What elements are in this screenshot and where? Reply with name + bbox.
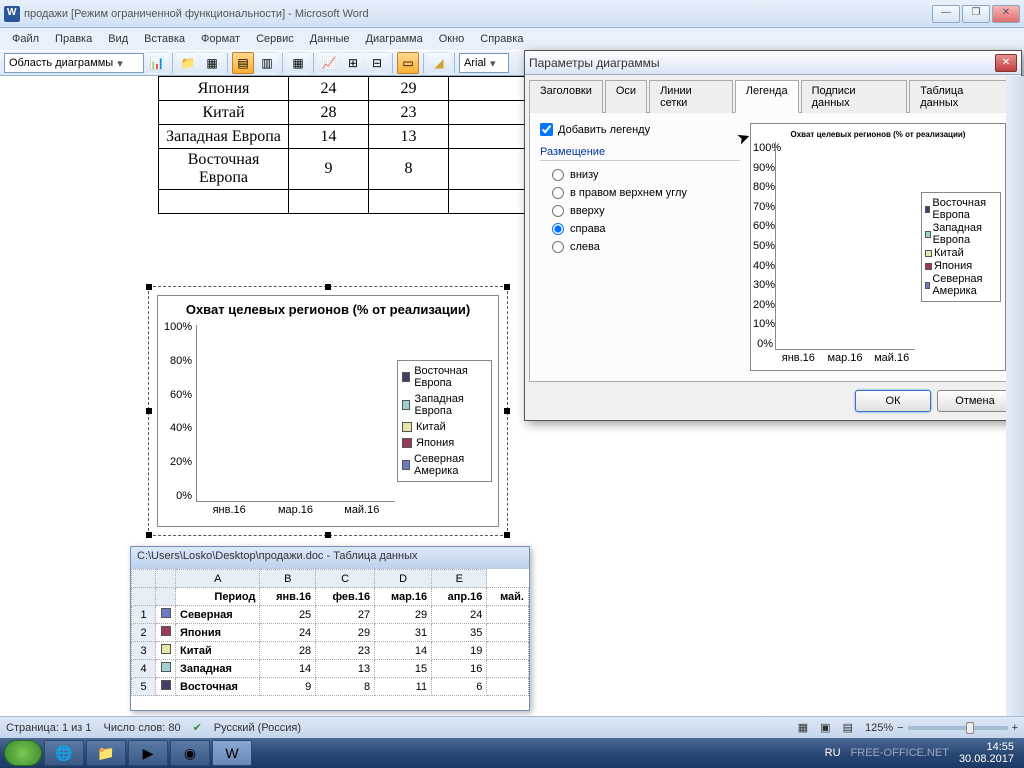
tray-date[interactable]: 30.08.2017	[959, 753, 1014, 765]
restore-button[interactable]: ❐	[962, 5, 990, 23]
dialog-title-text: Параметры диаграммы	[529, 56, 995, 70]
placement-внизу[interactable]: внизу	[552, 169, 740, 181]
status-page[interactable]: Страница: 1 из 1	[6, 722, 92, 734]
proofing-icon[interactable]: ✔	[193, 721, 202, 734]
format-object-button[interactable]: 📊	[146, 52, 168, 74]
datasheet-grid[interactable]: ABCDE Периодянв.16фев.16мар.16апр.16май.…	[131, 569, 529, 709]
cell[interactable]: Япония	[159, 77, 289, 101]
chart-type-button[interactable]: 📈	[318, 52, 340, 74]
resize-handle[interactable]	[146, 532, 152, 538]
menu-view[interactable]: Вид	[100, 31, 136, 47]
vertical-scrollbar[interactable]	[1006, 76, 1024, 716]
zoom-slider[interactable]	[908, 726, 1008, 730]
taskbar-word[interactable]: W	[212, 740, 252, 766]
legend-button[interactable]: ▭	[397, 52, 419, 74]
view-web-icon[interactable]: ▤	[843, 721, 853, 734]
app-icon	[4, 6, 20, 22]
close-button[interactable]: ✕	[992, 5, 1020, 23]
chart-options-dialog[interactable]: Параметры диаграммы ✕ ЗаголовкиОсиЛинии …	[524, 50, 1022, 421]
chart-frame: Охват целевых регионов (% от реализации)…	[157, 295, 499, 527]
placement-вверху[interactable]: вверху	[552, 205, 740, 217]
tab-Линии сетки[interactable]: Линии сетки	[649, 80, 733, 113]
zoom-out-button[interactable]: −	[897, 722, 903, 734]
menu-data[interactable]: Данные	[302, 31, 358, 47]
menu-window[interactable]: Окно	[431, 31, 473, 47]
statusbar: Страница: 1 из 1 Число слов: 80 ✔ Русски…	[0, 716, 1024, 738]
minimize-button[interactable]: —	[932, 5, 960, 23]
chart-legend: Восточная ЕвропаЗападная ЕвропаКитайЯпон…	[397, 360, 492, 482]
tray-time[interactable]: 14:55	[959, 741, 1014, 753]
tab-Таблица данных[interactable]: Таблица данных	[909, 80, 1015, 113]
tab-panel-legend: Добавить легенду Размещение внизув право…	[529, 112, 1017, 382]
tab-Легенда[interactable]: Легенда	[735, 80, 799, 113]
status-language[interactable]: Русский (Россия)	[214, 722, 301, 734]
x-axis: янв.16мар.16май.16	[196, 504, 395, 520]
taskbar-explorer[interactable]: 📁	[86, 740, 126, 766]
dialog-tabs: ЗаголовкиОсиЛинии сеткиЛегендаПодписи да…	[525, 75, 1021, 112]
resize-handle[interactable]	[325, 284, 331, 290]
value-axis-button[interactable]: ⊟	[366, 52, 388, 74]
view-print-icon[interactable]: ▦	[798, 721, 808, 734]
menu-chart[interactable]: Диаграмма	[358, 31, 431, 47]
fill-color-button[interactable]: ◢	[428, 52, 450, 74]
chart-object[interactable]: Охват целевых регионов (% от реализации)…	[148, 286, 508, 536]
taskbar-mediaplayer[interactable]: ▶	[128, 740, 168, 766]
menu-help[interactable]: Справка	[472, 31, 531, 47]
dialog-titlebar[interactable]: Параметры диаграммы ✕	[525, 51, 1021, 75]
import-button[interactable]: 📁	[177, 52, 199, 74]
datasheet-title[interactable]: C:\Users\Losko\Desktop\продажи.doc - Таб…	[131, 547, 529, 569]
cancel-button[interactable]: Отмена	[937, 390, 1013, 412]
tab-Оси[interactable]: Оси	[605, 80, 647, 113]
window-titlebar: продажи [Режим ограниченной функциональн…	[0, 0, 1024, 28]
window-title: продажи [Режим ограниченной функциональн…	[24, 8, 932, 20]
resize-handle[interactable]	[325, 532, 331, 538]
tray-lang[interactable]: RU	[825, 747, 841, 759]
menu-file[interactable]: Файл	[4, 31, 47, 47]
menu-format[interactable]: Формат	[193, 31, 248, 47]
menu-edit[interactable]: Правка	[47, 31, 100, 47]
chart-title: Охват целевых регионов (% от реализации)	[164, 302, 492, 317]
menu-service[interactable]: Сервис	[248, 31, 302, 47]
view-read-icon[interactable]: ▣	[820, 721, 830, 734]
taskbar-chrome[interactable]: ◉	[170, 740, 210, 766]
menubar: Файл Правка Вид Вставка Формат Сервис Да…	[0, 28, 1024, 50]
zoom-in-button[interactable]: +	[1012, 722, 1018, 734]
by-row-button[interactable]: ▤	[232, 52, 254, 74]
tab-Заголовки[interactable]: Заголовки	[529, 80, 603, 113]
resize-handle[interactable]	[146, 408, 152, 414]
by-column-button[interactable]: ▥	[256, 52, 278, 74]
placement-group: Размещение внизув правом верхнем углувве…	[540, 146, 740, 253]
watermark: FREE-OFFICE.NET	[851, 747, 949, 759]
taskbar: 🌐 📁 ▶ ◉ W RU FREE-OFFICE.NET 14:55 30.08…	[0, 738, 1024, 768]
resize-handle[interactable]	[504, 284, 510, 290]
status-words[interactable]: Число слов: 80	[104, 722, 181, 734]
resize-handle[interactable]	[146, 284, 152, 290]
system-tray[interactable]: RU FREE-OFFICE.NET 14:55 30.08.2017	[825, 741, 1020, 765]
font-combo[interactable]: Arial	[459, 53, 509, 73]
placement-в правом верхнем углу[interactable]: в правом верхнем углу	[552, 187, 740, 199]
dialog-close-button[interactable]: ✕	[995, 54, 1017, 72]
menu-insert[interactable]: Вставка	[136, 31, 193, 47]
tab-Подписи данных[interactable]: Подписи данных	[801, 80, 908, 113]
datasheet-window[interactable]: C:\Users\Losko\Desktop\продажи.doc - Таб…	[130, 546, 530, 711]
ok-button[interactable]: ОК	[855, 390, 931, 412]
add-legend-checkbox[interactable]: Добавить легенду	[540, 123, 740, 136]
start-button[interactable]	[4, 740, 42, 766]
placement-слева[interactable]: слева	[552, 241, 740, 253]
chart-area-combo[interactable]: Область диаграммы	[4, 53, 144, 73]
category-axis-button[interactable]: ⊞	[342, 52, 364, 74]
taskbar-ie[interactable]: 🌐	[44, 740, 84, 766]
data-table-button[interactable]: ▦	[287, 52, 309, 74]
zoom-control[interactable]: 125% − +	[865, 722, 1018, 734]
datasheet-button[interactable]: ▦	[201, 52, 223, 74]
chart-preview: Охват целевых регионов (% от реализации)…	[750, 123, 1006, 371]
y-axis: 100%80%60%40%20%0%	[164, 321, 194, 502]
placement-справа[interactable]: справа	[552, 223, 740, 235]
resize-handle[interactable]	[504, 532, 510, 538]
resize-handle[interactable]	[504, 408, 510, 414]
chart-plot: 100%80%60%40%20%0% янв.16мар.16май.16	[164, 321, 397, 520]
